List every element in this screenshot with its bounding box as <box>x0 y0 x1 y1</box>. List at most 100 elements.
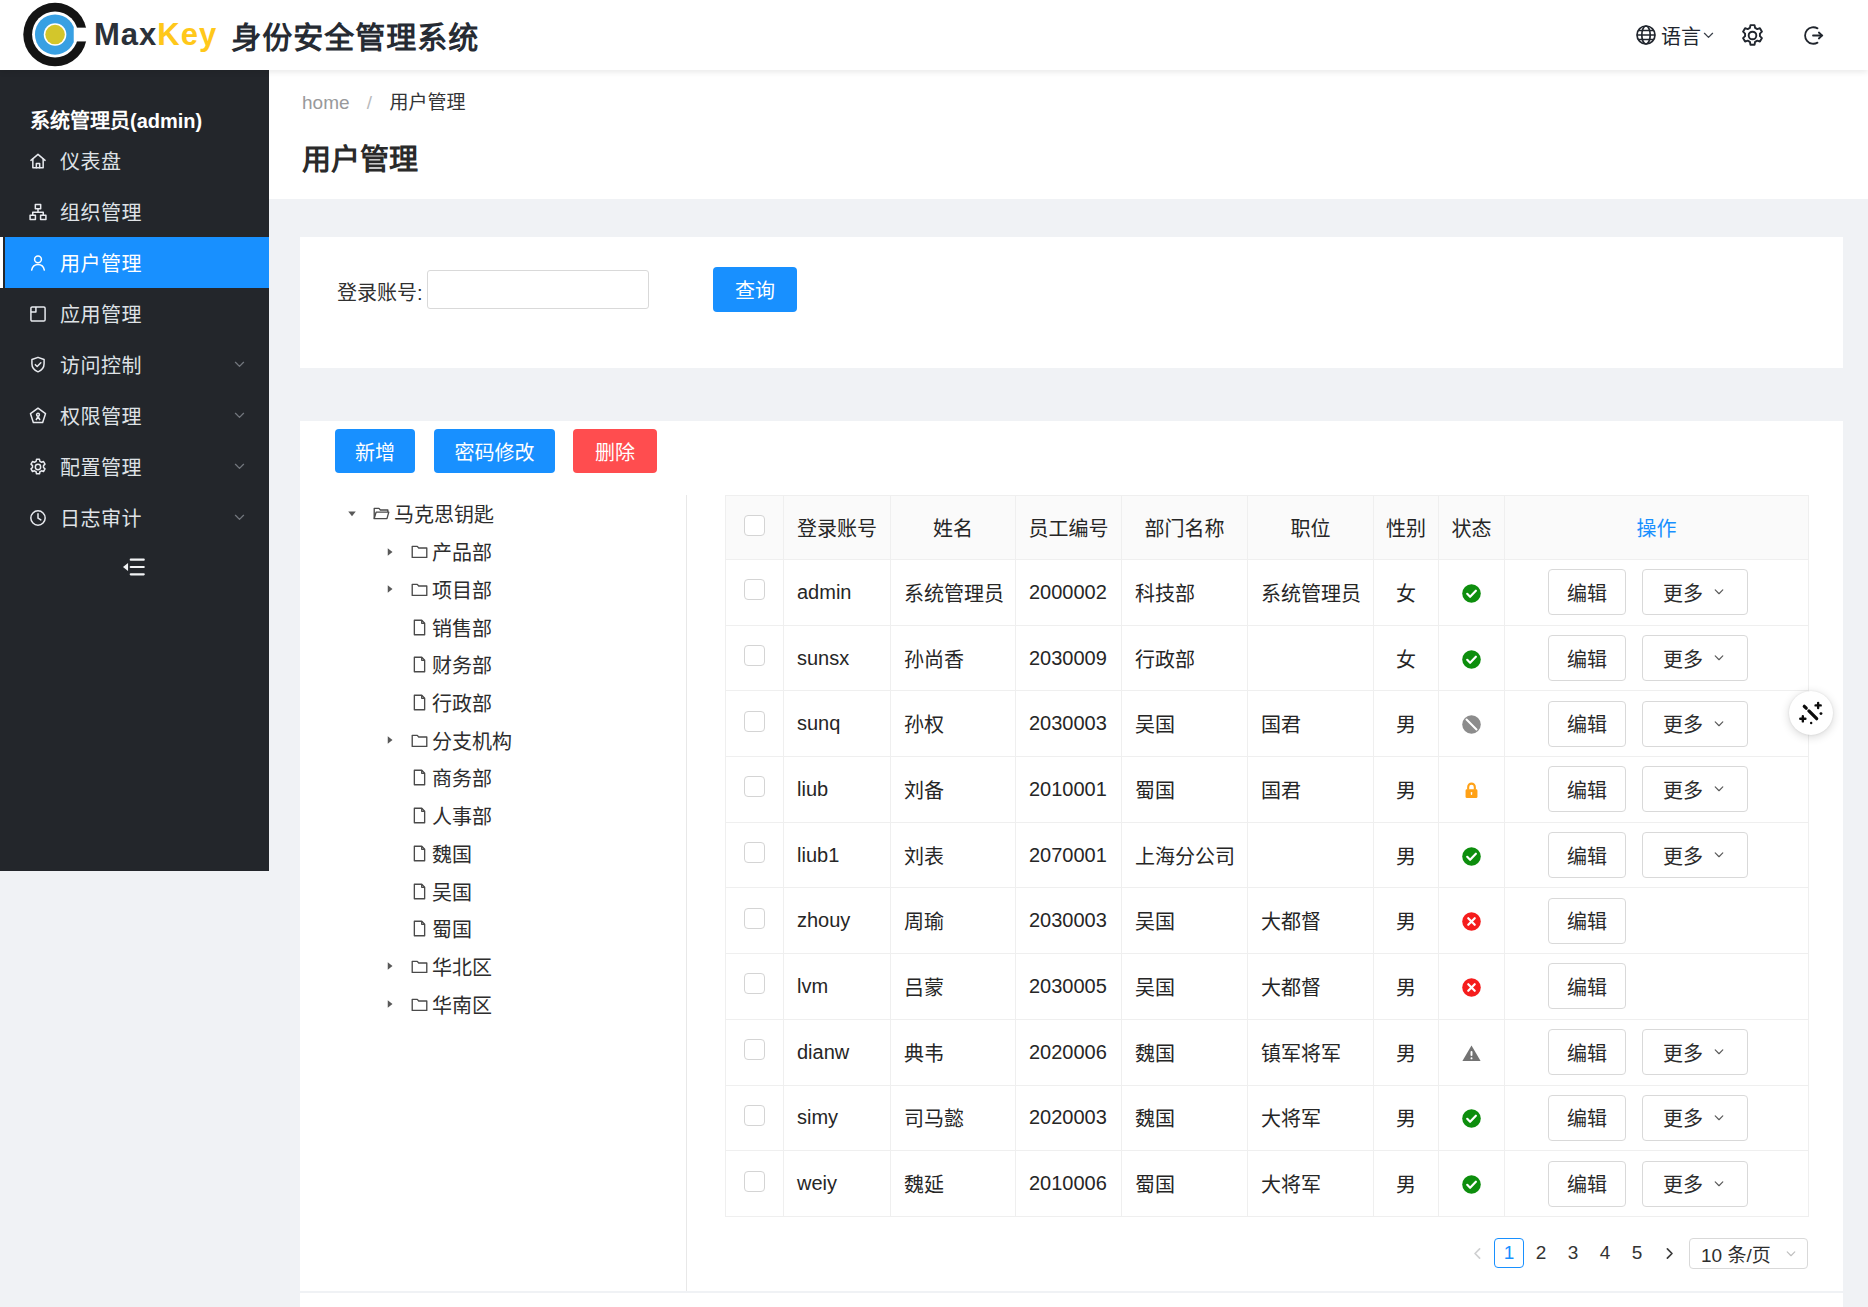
table-row: liub1 刘表 2070001 上海分公司 男 编辑 更多 <box>726 822 1809 888</box>
table-row: simy 司马懿 2020003 魏国 大将军 男 编辑 更多 <box>726 1085 1809 1151</box>
tree-caret-icon[interactable] <box>384 846 396 860</box>
row-checkbox[interactable] <box>744 1039 765 1060</box>
tree-node-label: 华北区 <box>432 952 492 981</box>
tree-caret-icon[interactable] <box>384 620 396 634</box>
tree-caret-icon[interactable] <box>384 922 396 936</box>
row-checkbox[interactable] <box>744 973 765 994</box>
pagination-page[interactable]: 2 <box>1526 1238 1556 1268</box>
edit-button[interactable]: 编辑 <box>1548 635 1626 681</box>
tree-node[interactable]: 产品部 <box>300 533 686 571</box>
status-icon <box>1461 911 1482 932</box>
pagination-page[interactable]: 5 <box>1622 1238 1652 1268</box>
sidebar-item[interactable]: 应用管理 <box>0 288 269 339</box>
tree-node[interactable]: 蜀国 <box>300 910 686 948</box>
language-menu[interactable] <box>1634 0 1658 70</box>
row-checkbox[interactable] <box>744 1105 765 1126</box>
page-size-select[interactable]: 10 条/页 <box>1689 1238 1808 1269</box>
more-button[interactable]: 更多 <box>1642 1095 1748 1141</box>
cell-employee-no: 2000002 <box>1016 560 1122 626</box>
tree-node-label: 产品部 <box>432 537 492 566</box>
sidebar-item[interactable]: 用户管理 <box>0 237 269 288</box>
edit-button[interactable]: 编辑 <box>1548 963 1626 1009</box>
pagination-page[interactable]: 1 <box>1494 1238 1524 1268</box>
sidebar-item-icon <box>28 355 48 375</box>
edit-button[interactable]: 编辑 <box>1548 701 1626 747</box>
tree-caret-icon[interactable] <box>346 507 358 521</box>
tree-node[interactable]: 马克思钥匙 <box>300 495 686 533</box>
tree-caret-icon[interactable] <box>384 884 396 898</box>
select-all-checkbox[interactable] <box>744 515 765 536</box>
more-button[interactable]: 更多 <box>1642 1029 1748 1075</box>
edit-button[interactable]: 编辑 <box>1548 832 1626 878</box>
search-button[interactable]: 查询 <box>713 267 797 312</box>
edit-button[interactable]: 编辑 <box>1548 1029 1626 1075</box>
tree-node[interactable]: 行政部 <box>300 684 686 722</box>
tree-caret-icon[interactable] <box>384 809 396 823</box>
tree-caret-icon[interactable] <box>384 959 396 973</box>
edit-button[interactable]: 编辑 <box>1548 1161 1626 1207</box>
edit-button[interactable]: 编辑 <box>1548 898 1626 944</box>
sidebar-item[interactable]: 组织管理 <box>0 186 269 237</box>
tree-caret-icon[interactable] <box>384 658 396 672</box>
row-checkbox[interactable] <box>744 1171 765 1192</box>
pagination-page[interactable]: 3 <box>1558 1238 1588 1268</box>
more-button[interactable]: 更多 <box>1642 832 1748 878</box>
select-chevron-down-icon <box>1784 1247 1798 1261</box>
row-checkbox[interactable] <box>744 711 765 732</box>
tree-node[interactable]: 华南区 <box>300 985 686 1023</box>
table-row: admin 系统管理员 2000002 科技部 系统管理员 女 编辑 更多 <box>726 560 1809 626</box>
tree-node[interactable]: 华北区 <box>300 948 686 986</box>
settings-button[interactable] <box>1739 0 1766 70</box>
tree-caret-icon[interactable] <box>384 997 396 1011</box>
more-button[interactable]: 更多 <box>1642 1161 1748 1207</box>
tree-caret-icon[interactable] <box>384 695 396 709</box>
more-button[interactable]: 更多 <box>1642 766 1748 812</box>
breadcrumb-home[interactable]: home <box>302 92 350 113</box>
search-account-input[interactable] <box>427 270 649 309</box>
cell-status <box>1439 888 1505 954</box>
tree-node[interactable]: 魏国 <box>300 834 686 872</box>
row-checkbox[interactable] <box>744 645 765 666</box>
edit-button[interactable]: 编辑 <box>1548 569 1626 615</box>
cell-account: sunq <box>784 691 891 757</box>
tree-node[interactable]: 商务部 <box>300 759 686 797</box>
wand-tool-button[interactable] <box>1789 691 1833 735</box>
tree-node[interactable]: 销售部 <box>300 608 686 646</box>
language-label[interactable]: 语言 <box>1661 0 1701 70</box>
sidebar-item[interactable]: 仪表盘 <box>0 135 269 186</box>
cell-department: 吴国 <box>1122 888 1248 954</box>
delete-button[interactable]: 删除 <box>573 429 657 473</box>
pagination-page[interactable]: 4 <box>1590 1238 1620 1268</box>
more-button[interactable]: 更多 <box>1642 701 1748 747</box>
tree-caret-icon[interactable] <box>384 771 396 785</box>
row-checkbox[interactable] <box>744 776 765 797</box>
tree-node-icon <box>410 844 429 863</box>
change-password-button[interactable]: 密码修改 <box>434 429 555 473</box>
tree-caret-icon[interactable] <box>384 545 396 559</box>
row-checkbox[interactable] <box>744 842 765 863</box>
pagination-prev-button[interactable] <box>1466 1237 1488 1269</box>
edit-button[interactable]: 编辑 <box>1548 1095 1626 1141</box>
more-button[interactable]: 更多 <box>1642 569 1748 615</box>
tree-node[interactable]: 财务部 <box>300 646 686 684</box>
tree-node[interactable]: 吴国 <box>300 872 686 910</box>
tree-node[interactable]: 分支机构 <box>300 721 686 759</box>
pagination-next-button[interactable] <box>1658 1237 1680 1269</box>
menu-fold-button[interactable] <box>121 554 147 580</box>
row-checkbox[interactable] <box>744 579 765 600</box>
next-card-sliver <box>300 1293 1843 1307</box>
sidebar-item[interactable]: 访问控制 <box>0 339 269 390</box>
tree-caret-icon[interactable] <box>384 582 396 596</box>
logout-button[interactable] <box>1802 0 1825 70</box>
tree-caret-icon[interactable] <box>384 733 396 747</box>
tree-node[interactable]: 人事部 <box>300 797 686 835</box>
more-button[interactable]: 更多 <box>1642 635 1748 681</box>
sidebar-item[interactable]: 权限管理 <box>0 390 269 441</box>
add-button[interactable]: 新增 <box>335 429 415 473</box>
row-checkbox[interactable] <box>744 908 765 929</box>
cell-position: 国君 <box>1248 691 1374 757</box>
tree-node[interactable]: 项目部 <box>300 570 686 608</box>
sidebar-item[interactable]: 配置管理 <box>0 441 269 492</box>
sidebar-item[interactable]: 日志审计 <box>0 492 269 543</box>
edit-button[interactable]: 编辑 <box>1548 766 1626 812</box>
